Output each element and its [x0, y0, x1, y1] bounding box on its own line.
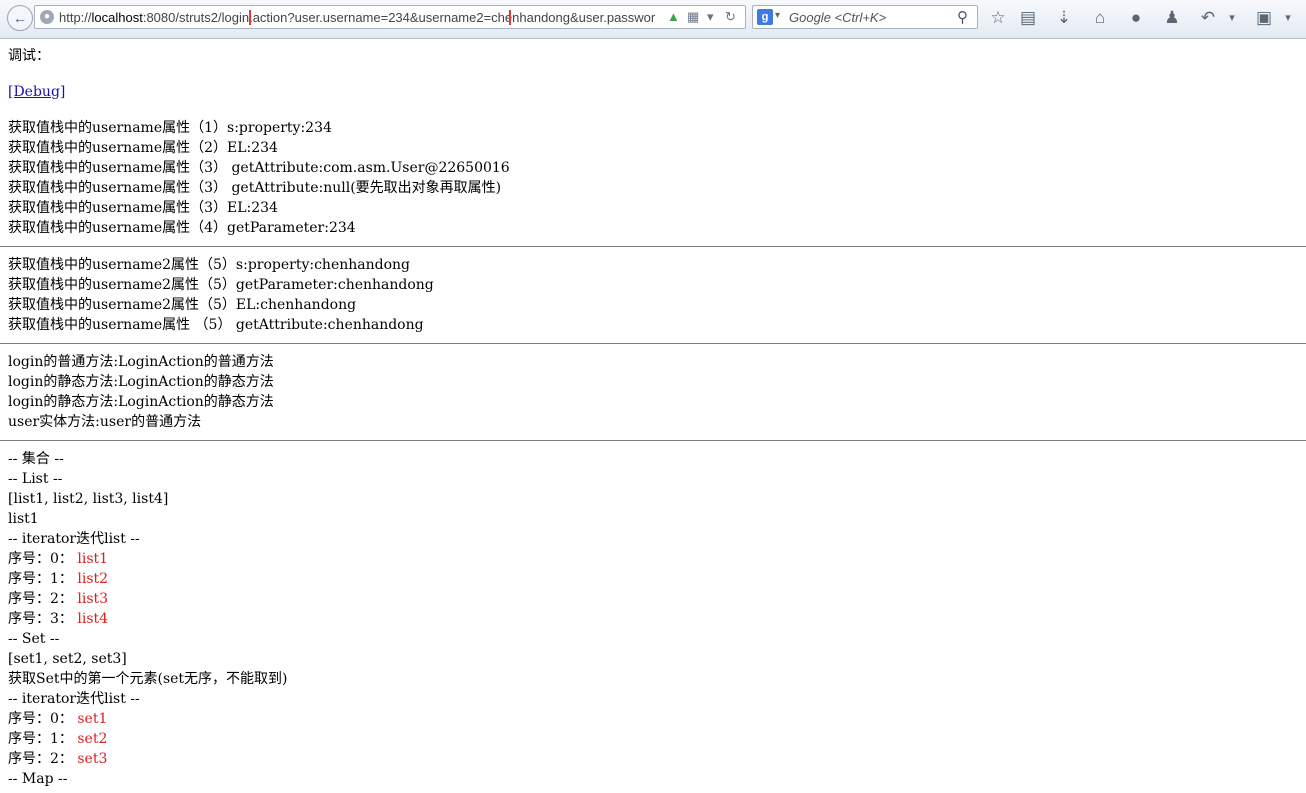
debug-link[interactable]: [Debug]	[8, 84, 65, 100]
item-value: list2	[77, 571, 109, 587]
section-line: 获取值栈中的username2属性（5）EL:chenhandong	[8, 297, 357, 313]
section-line: 获取值栈中的username2属性（5）s:property:chenhando…	[8, 257, 411, 273]
item-value: list1	[77, 551, 109, 567]
item-value: list3	[77, 591, 109, 607]
crop-dropdown-icon[interactable]: ▾	[1276, 6, 1300, 30]
section-line: 获取值栈中的username属性（3） getAttribute:null(要先…	[8, 180, 502, 196]
back-button[interactable]: ←	[7, 5, 33, 31]
highlight-box	[249, 10, 511, 25]
item-value: set3	[77, 751, 108, 767]
item-label: 序号：2：	[8, 591, 78, 607]
item-value: set1	[77, 711, 108, 727]
item-label: 序号：2：	[8, 751, 78, 767]
item-value: list4	[77, 611, 109, 627]
undo-icon[interactable]: ↶	[1196, 6, 1220, 30]
search-engine-dropdown-icon[interactable]: ▾	[775, 10, 780, 21]
list-item: 序号：3： list4	[8, 609, 1306, 629]
undo-dropdown-icon[interactable]: ▾	[1220, 6, 1244, 30]
divider	[0, 246, 1306, 247]
chat-icon[interactable]: ●	[1124, 6, 1148, 30]
set-note: 获取Set中的第一个元素(set无序，不能取到)	[8, 671, 288, 687]
list-iter-header: -- iterator迭代list --	[8, 531, 140, 547]
set-item: 序号：0： set1	[8, 709, 1306, 729]
reload-icon[interactable]: ↻	[725, 9, 736, 25]
section-methods: login的普通方法:LoginAction的普通方法 login的静态方法:L…	[8, 352, 1306, 432]
map-header: -- Map --	[8, 771, 68, 787]
search-input[interactable]: Google <Ctrl+K>	[789, 10, 886, 25]
section-line: login的普通方法:LoginAction的普通方法	[8, 354, 274, 370]
section-username: 获取值栈中的username属性（1）s:property:234 获取值栈中的…	[8, 118, 1306, 238]
page-content: 调试： [Debug] 获取值栈中的username属性（1）s:propert…	[0, 38, 1306, 789]
address-bar[interactable]: ● http://localhost:8080/struts2/login.ac…	[34, 5, 746, 29]
set-value: [set1, set2, set3]	[8, 651, 127, 667]
reading-list-icon[interactable]: ▤	[1016, 6, 1040, 30]
list-header: -- List --	[8, 471, 63, 487]
item-label: 序号：0：	[8, 711, 78, 727]
user-icon[interactable]: ♟	[1160, 6, 1184, 30]
item-label: 序号：3：	[8, 611, 78, 627]
section-line: 获取值栈中的username属性（3）EL:234	[8, 200, 278, 216]
list-value: [list1, list2, list3, list4]	[8, 491, 169, 507]
set-header: -- Set --	[8, 631, 60, 647]
home-icon[interactable]: ⌂	[1088, 6, 1112, 30]
divider	[0, 440, 1306, 441]
collection-header: -- 集合 --	[8, 451, 64, 467]
set-item: 序号：1： set2	[8, 729, 1306, 749]
list-item: 序号：2： list3	[8, 589, 1306, 609]
download-icon[interactable]: ⇣	[1052, 6, 1076, 30]
star-icon[interactable]: ☆	[986, 6, 1010, 30]
section-line: login的静态方法:LoginAction的静态方法	[8, 394, 274, 410]
qr-code-icon[interactable]: ▦	[687, 9, 699, 25]
debug-title: 调试：	[8, 48, 50, 64]
section-line: 获取值栈中的username属性（4）getParameter:234	[8, 220, 356, 236]
globe-icon: ●	[40, 10, 54, 24]
set-iter-header: -- iterator迭代list --	[8, 691, 140, 707]
item-label: 序号：0：	[8, 551, 78, 567]
list-item: 序号：0： list1	[8, 549, 1306, 569]
section-line: user实体方法:user的普通方法	[8, 414, 202, 430]
url-prefix: http://	[59, 10, 92, 25]
section-line: login的静态方法:LoginAction的静态方法	[8, 374, 274, 390]
item-value: set2	[77, 731, 108, 747]
section-line: 获取值栈中的username属性 （5） getAttribute:chenha…	[8, 317, 424, 333]
url-path: :8080/struts2	[142, 10, 218, 25]
item-label: 序号：1：	[8, 571, 78, 587]
url-host: localhost	[91, 10, 143, 25]
set-item: 序号：2： set3	[8, 749, 1306, 769]
search-icon[interactable]: ⚲	[957, 8, 968, 26]
dropdown-icon[interactable]: ▾	[707, 9, 714, 25]
back-arrow-icon: ←	[13, 10, 27, 26]
section-line: 获取值栈中的username属性（3） getAttribute:com.asm…	[8, 160, 510, 176]
list-first: list1	[8, 511, 39, 527]
section-username2: 获取值栈中的username2属性（5）s:property:chenhando…	[8, 255, 1306, 335]
url-text[interactable]: http://localhost:8080/struts2/login.acti…	[59, 10, 655, 25]
divider	[0, 343, 1306, 344]
debug-row: [Debug]	[8, 82, 1306, 102]
search-box[interactable]: g ▾ Google <Ctrl+K> ⚲	[752, 5, 978, 29]
section-line: 获取值栈中的username2属性（5）getParameter:chenhan…	[8, 277, 434, 293]
item-label: 序号：1：	[8, 731, 78, 747]
list-item: 序号：1： list2	[8, 569, 1306, 589]
crop-icon[interactable]: ▣	[1252, 6, 1276, 30]
browser-toolbar: ← ● http://localhost:8080/struts2/login.…	[0, 0, 1306, 39]
section-line: 获取值栈中的username属性（2）EL:234	[8, 140, 278, 156]
google-icon[interactable]: g	[757, 9, 773, 25]
shield-icon[interactable]: ▲	[667, 9, 680, 24]
section-collections: -- 集合 -- -- List -- [list1, list2, list3…	[8, 449, 1306, 789]
section-line: 获取值栈中的username属性（1）s:property:234	[8, 120, 332, 136]
